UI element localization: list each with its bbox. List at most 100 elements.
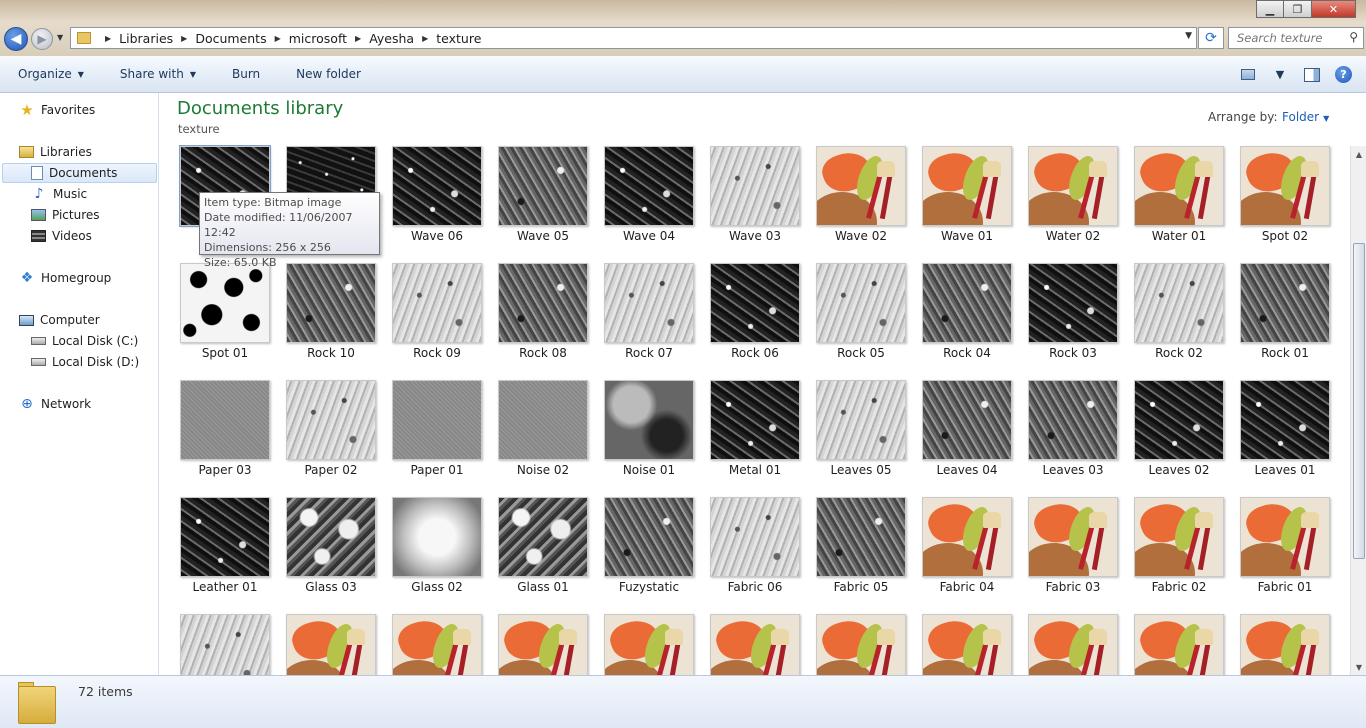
breadcrumb-separator-icon[interactable]: ▶ [422, 34, 428, 43]
breadcrumb-documents[interactable]: Documents [195, 31, 266, 46]
file-item[interactable]: Leaves 02 [1124, 379, 1230, 496]
file-item[interactable]: Fabric 03 [1018, 496, 1124, 613]
file-item[interactable]: Rock 10 [276, 262, 382, 379]
file-item[interactable]: Fabric 05 [806, 496, 912, 613]
search-box[interactable]: ⚲ [1228, 27, 1364, 49]
nav-libraries[interactable]: Libraries [19, 145, 92, 159]
file-item[interactable]: Leaves 01 [1230, 379, 1336, 496]
organize-button[interactable]: Organize ▼ [0, 56, 102, 92]
forward-button[interactable]: ▶ [31, 28, 53, 50]
file-item[interactable]: Water 01 [1124, 145, 1230, 262]
file-item[interactable]: Wave 02 [806, 145, 912, 262]
file-item[interactable] [912, 613, 1018, 675]
scroll-down-icon[interactable]: ▼ [1351, 659, 1366, 675]
breadcrumb-texture[interactable]: texture [436, 31, 481, 46]
file-item[interactable] [806, 613, 912, 675]
search-icon[interactable]: ⚲ [1349, 30, 1358, 44]
nav-documents[interactable]: Documents [2, 163, 157, 183]
breadcrumb-separator-icon[interactable]: ▶ [181, 34, 187, 43]
vertical-scrollbar[interactable]: ▲ ▼ [1350, 146, 1366, 675]
file-item[interactable]: Rock 02 [1124, 262, 1230, 379]
file-item[interactable]: Wave 01 [912, 145, 1018, 262]
breadcrumb-ayesha[interactable]: Ayesha [369, 31, 414, 46]
file-item[interactable]: Leaves 04 [912, 379, 1018, 496]
breadcrumb-separator-icon[interactable]: ▶ [275, 34, 281, 43]
file-item[interactable]: Fabric 02 [1124, 496, 1230, 613]
file-item[interactable]: Rock 08 [488, 262, 594, 379]
preview-pane-button[interactable] [1303, 67, 1321, 83]
file-item[interactable]: Fabric 01 [1230, 496, 1336, 613]
scroll-up-icon[interactable]: ▲ [1351, 146, 1366, 162]
search-input[interactable] [1237, 31, 1345, 45]
nav-computer[interactable]: Computer [19, 313, 100, 327]
file-item[interactable] [382, 613, 488, 675]
breadcrumb-microsoft[interactable]: microsoft [289, 31, 347, 46]
nav-favorites[interactable]: ★ Favorites [19, 101, 95, 119]
maximize-button[interactable]: ❐ [1284, 0, 1312, 18]
file-item[interactable]: Paper 01 [382, 379, 488, 496]
file-item[interactable]: Fabric 06 [700, 496, 806, 613]
file-item[interactable] [1018, 613, 1124, 675]
new-folder-button[interactable]: New folder [278, 56, 379, 92]
file-item[interactable]: Paper 03 [170, 379, 276, 496]
file-item[interactable]: Spot 02 [1230, 145, 1336, 262]
address-dropdown-icon[interactable]: ▼ [1185, 31, 1192, 41]
file-item[interactable]: Paper 02 [276, 379, 382, 496]
address-bar[interactable]: ▶ Libraries ▶ Documents ▶ microsoft ▶ Ay… [70, 27, 1197, 49]
refresh-button[interactable]: ⟳ [1198, 27, 1224, 49]
file-item[interactable]: Leaves 03 [1018, 379, 1124, 496]
file-item[interactable]: Spot 01 [170, 262, 276, 379]
file-item[interactable]: Rock 04 [912, 262, 1018, 379]
breadcrumb-separator-icon[interactable]: ▶ [355, 34, 361, 43]
more-views-button[interactable]: ▼ [1271, 67, 1289, 83]
recent-pages-dropdown[interactable]: ▼ [57, 33, 63, 42]
breadcrumb-separator-icon[interactable]: ▶ [105, 34, 111, 43]
file-item[interactable] [594, 613, 700, 675]
file-item[interactable] [488, 613, 594, 675]
help-button[interactable]: ? [1335, 66, 1352, 83]
back-button[interactable]: ◀ [4, 27, 28, 51]
file-item[interactable] [1230, 613, 1336, 675]
nav-music[interactable]: ♪ Music [31, 186, 88, 202]
breadcrumb-libraries[interactable]: Libraries [119, 31, 173, 46]
file-item[interactable]: Fuzystatic [594, 496, 700, 613]
file-item[interactable] [170, 613, 276, 675]
file-item[interactable]: Rock 03 [1018, 262, 1124, 379]
file-item[interactable]: Metal 01 [700, 379, 806, 496]
file-item[interactable]: Leather 01 [170, 496, 276, 613]
nav-local-disk-c[interactable]: Local Disk (C:) [31, 334, 138, 348]
file-item[interactable] [700, 613, 806, 675]
file-item[interactable] [276, 613, 382, 675]
file-item[interactable]: Wave 06 [382, 145, 488, 262]
nav-homegroup[interactable]: ❖ Homegroup [19, 270, 112, 286]
close-button[interactable]: ✕ [1312, 0, 1356, 18]
arrange-by-dropdown[interactable]: Folder ▼ [1282, 110, 1329, 124]
file-item[interactable]: Rock 06 [700, 262, 806, 379]
file-item[interactable]: Noise 01 [594, 379, 700, 496]
nav-pictures[interactable]: Pictures [31, 208, 100, 222]
file-item[interactable]: Rock 05 [806, 262, 912, 379]
file-item[interactable]: Leaves 05 [806, 379, 912, 496]
file-item[interactable]: Rock 01 [1230, 262, 1336, 379]
nav-network[interactable]: ⊕ Network [19, 396, 91, 412]
share-with-button[interactable]: Share with ▼ [102, 56, 214, 92]
file-item[interactable]: Wave 04 [594, 145, 700, 262]
file-item[interactable]: Rock 09 [382, 262, 488, 379]
file-item[interactable]: Water 02 [1018, 145, 1124, 262]
texture-thumbnail [816, 497, 906, 577]
file-item[interactable]: Wave 05 [488, 145, 594, 262]
file-item[interactable]: Noise 02 [488, 379, 594, 496]
file-item[interactable]: Glass 03 [276, 496, 382, 613]
minimize-button[interactable]: ▁ [1256, 0, 1284, 18]
file-item[interactable]: Fabric 04 [912, 496, 1018, 613]
file-item[interactable]: Glass 01 [488, 496, 594, 613]
nav-videos[interactable]: Videos [31, 229, 92, 243]
file-item[interactable] [1124, 613, 1230, 675]
scrollbar-thumb[interactable] [1353, 243, 1365, 559]
file-item[interactable]: Rock 07 [594, 262, 700, 379]
file-item[interactable]: Wave 03 [700, 145, 806, 262]
change-view-button[interactable] [1239, 67, 1257, 83]
nav-local-disk-d[interactable]: Local Disk (D:) [31, 355, 139, 369]
burn-button[interactable]: Burn [214, 56, 278, 92]
file-item[interactable]: Glass 02 [382, 496, 488, 613]
